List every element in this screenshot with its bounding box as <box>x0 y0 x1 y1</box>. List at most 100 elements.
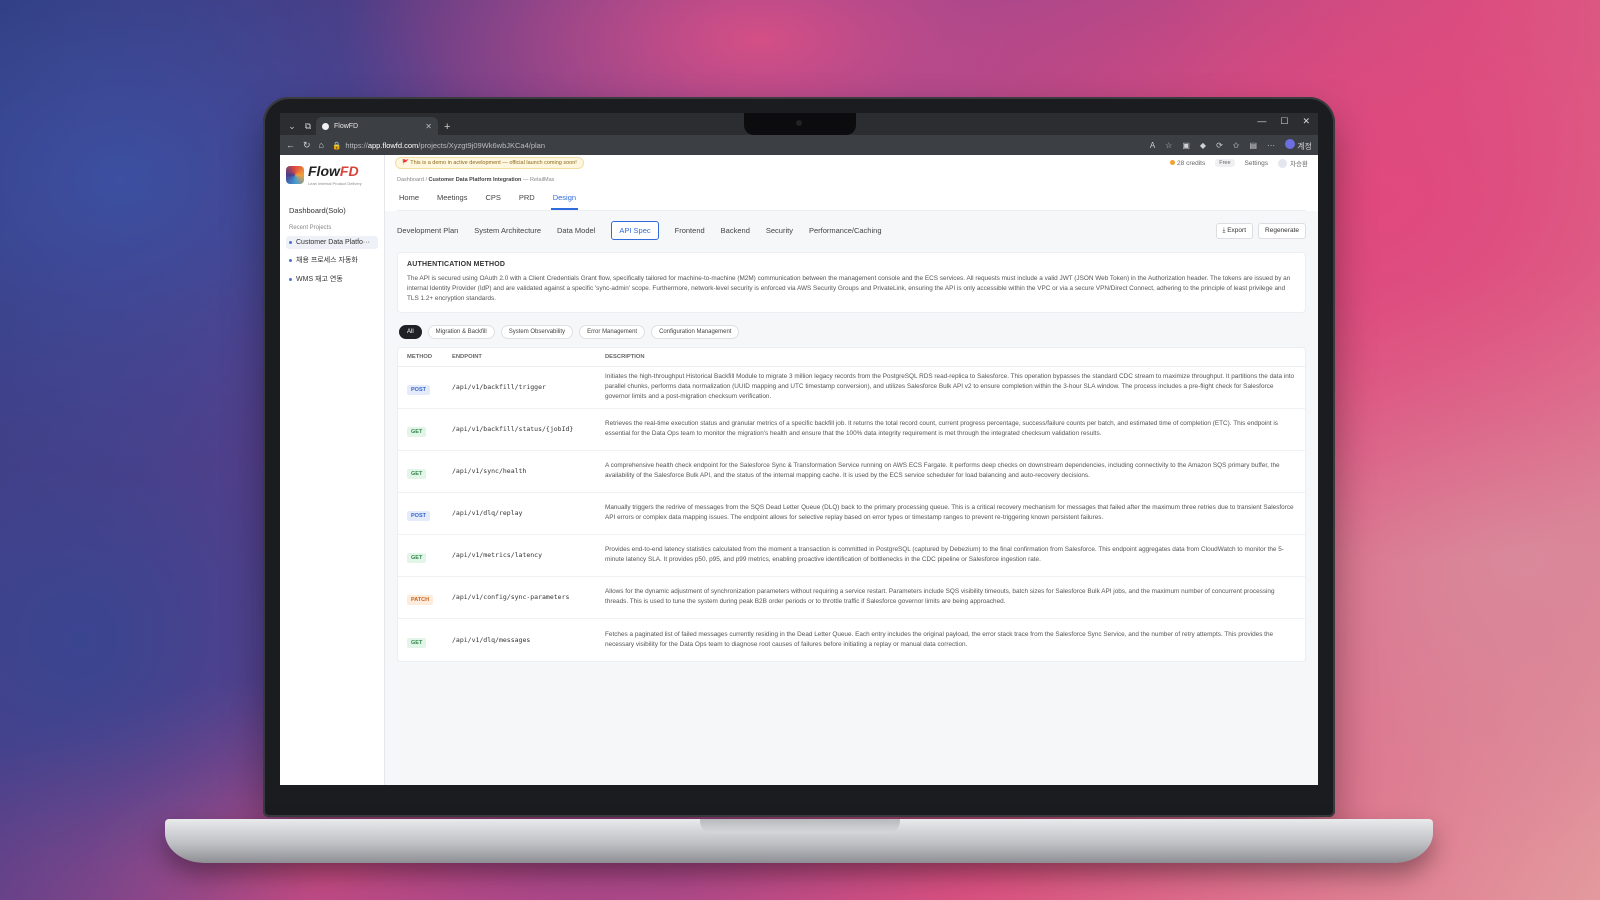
logo-subtitle: Lean Internal Product Delivery <box>308 181 362 186</box>
subtab-api-spec[interactable]: API Spec <box>611 221 659 240</box>
app-root: FlowFD Lean Internal Product Delivery Da… <box>280 155 1318 785</box>
tab-menu-icon[interactable]: ⌄ <box>284 117 300 135</box>
subtab-data-model[interactable]: Data Model <box>557 222 595 239</box>
filter-configuration-management[interactable]: Configuration Management <box>651 324 740 339</box>
favicon-icon <box>322 122 329 130</box>
sidebar-project[interactable]: 채용 프로세스 자동화 <box>286 252 378 268</box>
tab-design[interactable]: Design <box>550 189 579 210</box>
sub-tabs: Development Plan System Architecture Dat… <box>397 221 882 240</box>
new-tab-button[interactable]: + <box>444 121 450 133</box>
close-tab-icon[interactable]: ✕ <box>425 122 432 131</box>
logo-text: FlowFD <box>308 163 359 179</box>
subtab-performance-caching[interactable]: Performance/Caching <box>809 222 882 239</box>
endpoint-description: Fetches a paginated list of failed messa… <box>605 630 1274 648</box>
filter-error-management[interactable]: Error Management <box>579 324 646 339</box>
table-row[interactable]: GET /api/v1/metrics/latency Provides end… <box>398 535 1305 577</box>
refresh-icon[interactable]: ↻ <box>303 140 311 151</box>
bullet-icon <box>289 258 292 262</box>
project-name: Customer Data Platfo··· <box>296 239 370 246</box>
breadcrumb-separator: / <box>425 177 427 183</box>
header-description: DESCRIPTION <box>605 353 645 360</box>
endpoint-path: /api/v1/backfill/status/{jobId} <box>452 425 574 434</box>
sidebar-item-dashboard[interactable]: Dashboard(Solo) <box>286 206 378 215</box>
profile-icon <box>1285 138 1296 149</box>
breadcrumb-root[interactable]: Dashboard <box>397 177 424 183</box>
tab-home[interactable]: Home <box>397 189 421 210</box>
extension-icon[interactable]: ▣ <box>1182 141 1190 150</box>
laptop-screen: ⌄ ⧉ FlowFD ✕ + — ☐ ✕ ← ↻ ⌂ 🔒 https://app… <box>280 113 1318 785</box>
table-row[interactable]: PATCH /api/v1/config/sync-parameters All… <box>398 577 1305 619</box>
auth-body: The API is secured using OAuth 2.0 with … <box>407 275 1291 302</box>
more-icon[interactable]: ··· <box>1267 141 1275 150</box>
subtab-security[interactable]: Security <box>766 222 793 239</box>
page-actions: ⤓ Export Regenerate <box>1215 222 1306 239</box>
breadcrumb-org: — RetailMax <box>522 177 555 183</box>
maximize-icon[interactable]: ☐ <box>1280 116 1288 127</box>
endpoint-path: /api/v1/config/sync-parameters <box>452 593 570 602</box>
regenerate-button[interactable]: Regenerate <box>1258 222 1306 239</box>
subtab-system-architecture[interactable]: System Architecture <box>474 222 541 239</box>
url-field[interactable]: 🔒 https://app.flowfd.com/projects/Xyzgt9… <box>332 141 1142 150</box>
filter-all[interactable]: All <box>399 324 422 339</box>
settings-link[interactable]: Settings <box>1245 160 1269 167</box>
method-badge: POST <box>407 385 430 396</box>
tab-meetings[interactable]: Meetings <box>435 189 469 210</box>
table-row[interactable]: POST /api/v1/dlq/replay Manually trigger… <box>398 493 1305 535</box>
extension-icon[interactable]: ◆ <box>1200 141 1206 150</box>
lock-icon: 🔒 <box>331 140 342 150</box>
camera-notch <box>744 113 856 135</box>
endpoint-description: Allows for the dynamic adjustment of syn… <box>605 588 1275 606</box>
endpoint-description: Provides end-to-end latency statistics c… <box>605 546 1284 564</box>
logo-main: Flow <box>308 163 340 179</box>
back-icon[interactable]: ← <box>286 140 295 150</box>
profile-button[interactable]: 계정 <box>1285 138 1312 152</box>
filter-migration-backfill[interactable]: Migration & Backfill <box>427 324 495 339</box>
close-window-icon[interactable]: ✕ <box>1302 116 1310 127</box>
browser-tab[interactable]: FlowFD ✕ <box>316 117 438 135</box>
subtabs-row: Development Plan System Architecture Dat… <box>385 211 1318 240</box>
table-row[interactable]: GET /api/v1/sync/health A comprehensive … <box>398 451 1305 493</box>
subtab-development-plan[interactable]: Development Plan <box>397 222 458 239</box>
workspaces-icon[interactable]: ⧉ <box>300 117 316 135</box>
endpoints-table: METHOD ENDPOINT DESCRIPTION POST /api/v1… <box>397 346 1306 662</box>
table-row[interactable]: GET /api/v1/dlq/messages Fetches a pagin… <box>398 619 1305 661</box>
user-menu[interactable]: 차승환 <box>1278 158 1308 169</box>
profile-label: 계정 <box>1297 141 1312 151</box>
logo-accent: FD <box>339 163 359 179</box>
coin-icon <box>1170 159 1176 165</box>
sidebar-project[interactable]: WMS 재고 연동 <box>286 271 378 287</box>
plan-badge: Free <box>1215 159 1235 167</box>
project-name: WMS 재고 연동 <box>296 276 343 283</box>
refresh-extension-icon[interactable]: ⟳ <box>1216 141 1223 150</box>
favorites-icon[interactable]: ✩ <box>1233 141 1240 150</box>
user-name: 차승환 <box>1290 160 1308 168</box>
table-row[interactable]: GET /api/v1/backfill/status/{jobId} Retr… <box>398 409 1305 451</box>
subtab-backend[interactable]: Backend <box>721 222 750 239</box>
subtab-frontend[interactable]: Frontend <box>675 222 705 239</box>
url-prefix: https:// <box>345 140 368 150</box>
favorite-icon[interactable]: ☆ <box>1165 141 1172 150</box>
credits[interactable]: 28 credits <box>1170 159 1205 167</box>
logo[interactable]: FlowFD Lean Internal Product Delivery <box>286 163 378 186</box>
header-method: METHOD <box>407 353 433 360</box>
filter-system-observability[interactable]: System Observability <box>500 324 574 339</box>
tab-cps[interactable]: CPS <box>483 189 502 210</box>
sidebar-project[interactable]: Customer Data Platfo··· <box>286 236 378 249</box>
method-badge: PATCH <box>407 595 434 606</box>
tab-prd[interactable]: PRD <box>517 189 537 210</box>
top-bar: 🚩 This is a demo in active development —… <box>385 155 1318 171</box>
bullet-icon <box>289 277 292 281</box>
logo-icon <box>286 165 304 184</box>
minimize-icon[interactable]: — <box>1257 116 1266 127</box>
method-badge: GET <box>407 553 427 564</box>
window-controls: — ☐ ✕ <box>1257 116 1310 127</box>
read-aloud-icon[interactable]: A <box>1150 141 1155 150</box>
avatar <box>1278 159 1288 169</box>
demo-banner: 🚩 This is a demo in active development —… <box>395 157 584 169</box>
table-row[interactable]: POST /api/v1/backfill/trigger Initiates … <box>398 367 1305 409</box>
export-button[interactable]: ⤓ Export <box>1215 222 1254 239</box>
collections-icon[interactable]: ▤ <box>1249 141 1257 150</box>
breadcrumb: Dashboard / Customer Data Platform Integ… <box>397 177 1306 183</box>
breadcrumb-project[interactable]: Customer Data Platform Integration <box>429 177 522 183</box>
home-icon[interactable]: ⌂ <box>319 140 324 150</box>
